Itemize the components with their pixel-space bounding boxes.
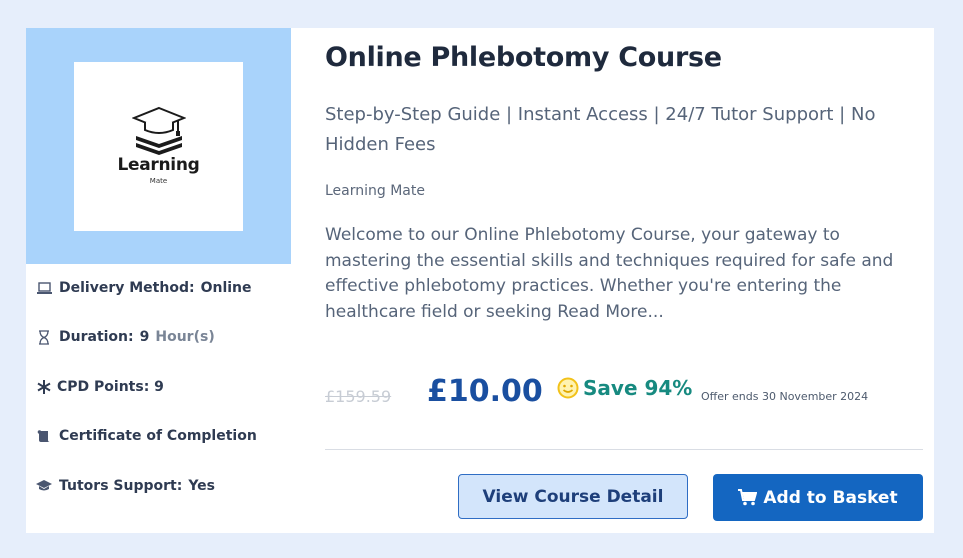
laptop-icon bbox=[36, 280, 52, 296]
logo-subtext: Mate bbox=[149, 177, 168, 185]
certificate-label: Certificate of Completion bbox=[59, 428, 257, 444]
duration-value: 9 bbox=[139, 329, 150, 345]
current-price: £10.00 bbox=[427, 374, 543, 409]
original-price: £159.59 bbox=[325, 387, 392, 406]
view-course-detail-button[interactable]: View Course Detail bbox=[458, 474, 688, 519]
duration: Duration: 9 Hour(s) bbox=[36, 327, 215, 347]
tutors-support-label: Tutors Support: bbox=[59, 478, 183, 494]
smiley-icon bbox=[557, 377, 579, 399]
tutors-support-value: Yes bbox=[188, 478, 215, 494]
cpd-points: CPD Points: 9 bbox=[36, 377, 164, 397]
course-description: Welcome to our Online Phlebotomy Course,… bbox=[325, 225, 894, 322]
course-logo[interactable]: Learning Mate bbox=[74, 62, 243, 231]
view-course-detail-label: View Course Detail bbox=[482, 486, 664, 507]
logo-panel: Learning Mate bbox=[26, 28, 291, 264]
logo-wordmark: Learning bbox=[117, 155, 200, 175]
cpd-points-label: CPD Points: 9 bbox=[57, 379, 164, 395]
tutors-support: Tutors Support: Yes bbox=[36, 476, 215, 496]
duration-unit: Hour(s) bbox=[155, 329, 215, 345]
price-divider bbox=[325, 449, 923, 450]
course-provider: Learning Mate bbox=[325, 183, 425, 199]
delivery-method-label: Delivery Method: bbox=[59, 280, 195, 296]
delivery-method-value: Online bbox=[200, 280, 252, 296]
course-title[interactable]: Online Phlebotomy Course bbox=[325, 42, 722, 73]
course-subtitle: Step-by-Step Guide | Instant Access | 24… bbox=[325, 104, 876, 155]
certificate: Certificate of Completion bbox=[36, 426, 257, 446]
duration-label: Duration: bbox=[59, 329, 134, 345]
course-card: Learning Mate Delivery Method: Online Du… bbox=[26, 28, 934, 533]
add-to-basket-label: Add to Basket bbox=[763, 487, 898, 508]
graduation-cap-books-icon bbox=[132, 106, 186, 155]
offer-end-date: Offer ends 30 November 2024 bbox=[701, 390, 869, 403]
save-percentage: Save 94% bbox=[583, 376, 693, 400]
add-to-basket-button[interactable]: Add to Basket bbox=[713, 474, 923, 521]
delivery-method: Delivery Method: Online bbox=[36, 278, 252, 298]
hourglass-icon bbox=[36, 329, 52, 345]
asterisk-icon bbox=[36, 379, 52, 395]
cart-icon bbox=[738, 489, 758, 506]
course-sidebar: Learning Mate Delivery Method: Online Du… bbox=[26, 28, 291, 533]
graduation-cap-icon bbox=[36, 478, 52, 494]
scroll-icon bbox=[36, 428, 52, 444]
